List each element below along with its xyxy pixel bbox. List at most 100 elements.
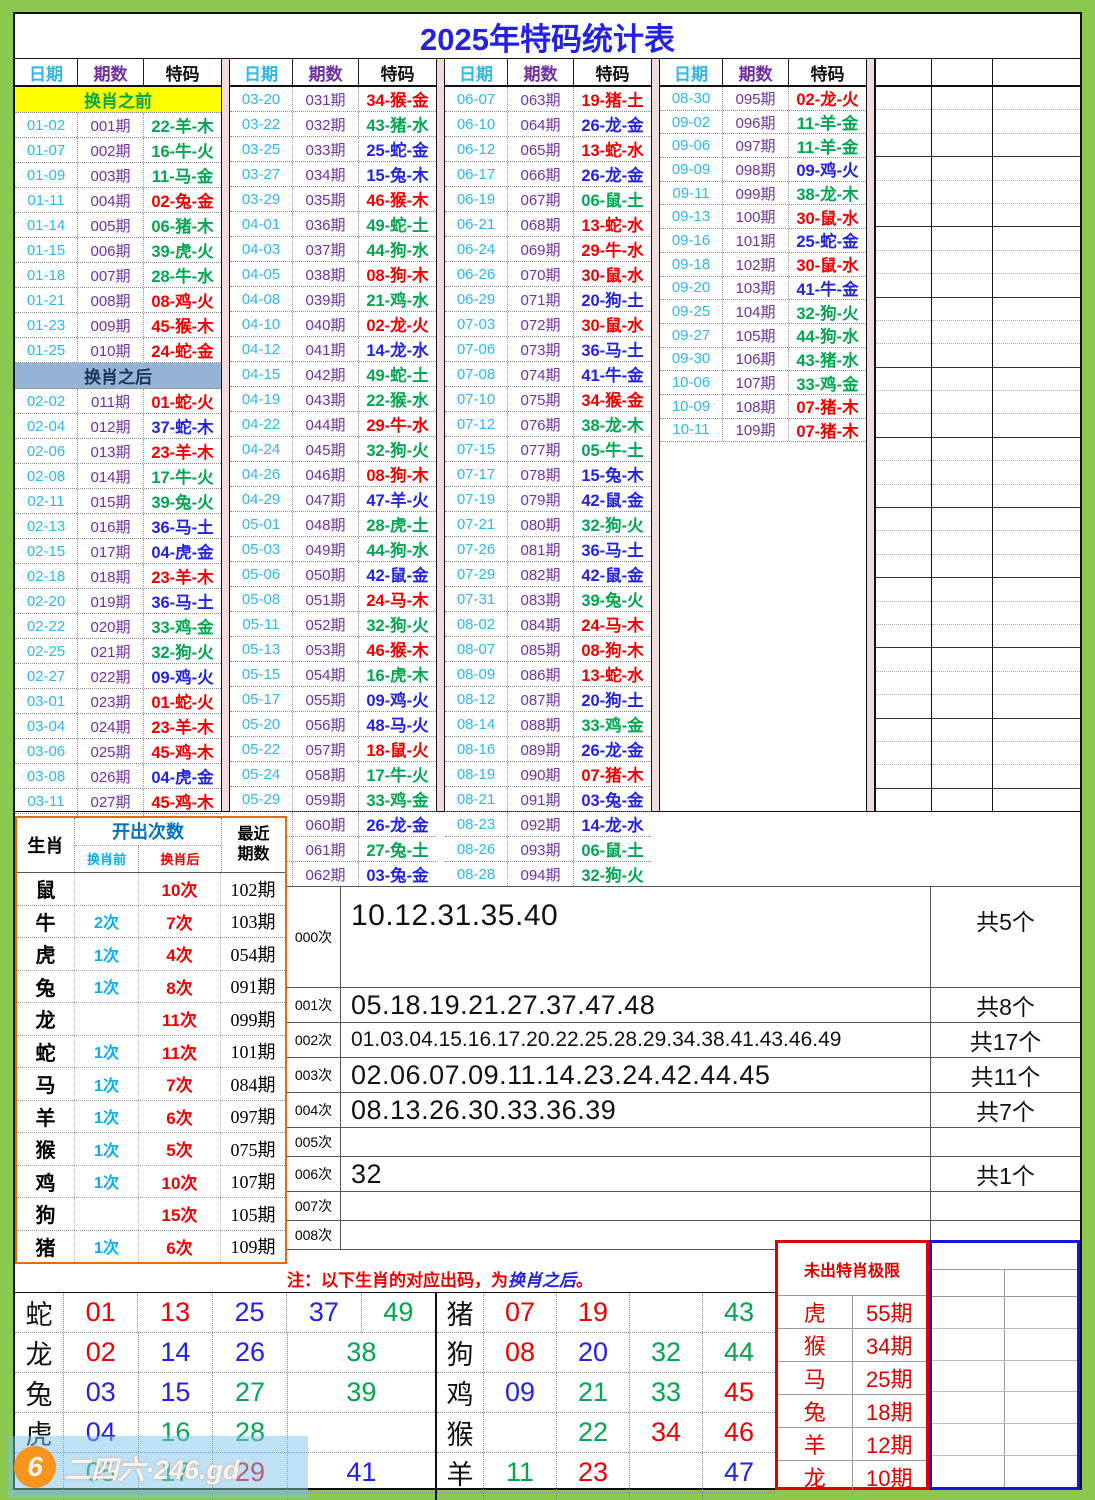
frequency-count: 共8个 — [930, 988, 1080, 1022]
draw-period: 106期 — [722, 348, 788, 371]
spare-cell — [993, 274, 1080, 297]
limits-periods: 34期 — [853, 1329, 927, 1361]
note-suffix: 。 — [576, 1271, 593, 1290]
draw-date: 05-15 — [230, 662, 292, 686]
column-header: 日期 — [15, 59, 77, 85]
draw-date: 07-03 — [445, 312, 507, 336]
group-header: 日期期数特码 — [15, 59, 221, 87]
draw-row: 07-08074期41-牛-金 — [445, 362, 651, 387]
mapping-number: 38 — [287, 1333, 435, 1372]
limits-periods: 55期 — [853, 1296, 927, 1328]
spare-cell — [932, 555, 992, 578]
draw-code: 07-猪-木 — [573, 762, 651, 786]
header-before-change: 换肖前 — [75, 846, 139, 873]
draw-code: 18-鼠-火 — [358, 737, 436, 761]
draw-row: 04-12041期14-龙-水 — [230, 337, 436, 362]
spare-cell — [932, 321, 992, 344]
draw-date: 09-18 — [660, 253, 722, 276]
column-header: 特码 — [788, 59, 866, 85]
draw-date: 07-26 — [445, 537, 507, 561]
limits-zodiac: 猴 — [778, 1329, 853, 1361]
draw-code: 02-龙-火 — [358, 312, 436, 336]
spare-cell — [876, 251, 931, 274]
draw-row: 02-15017期04-虎-金 — [15, 539, 221, 564]
spare-cell — [993, 110, 1080, 133]
spare-box-row — [932, 1297, 1077, 1329]
draw-period: 035期 — [292, 187, 358, 211]
mapping-number: 11 — [483, 1453, 556, 1492]
draw-code: 32-狗-火 — [358, 437, 436, 461]
draw-period: 023期 — [77, 689, 143, 713]
mapping-right-table: 猪071943狗08203244鸡09213345猴223446羊112347马… — [435, 1293, 775, 1500]
stats-after-count: 7次 — [139, 906, 221, 938]
draw-code: 23-羊-木 — [143, 439, 221, 463]
zodiac-stats-row: 虎1次4次054期 — [17, 938, 285, 971]
draw-code: 13-蛇-水 — [573, 212, 651, 236]
spare-cell — [932, 508, 992, 531]
spare-cell — [876, 321, 931, 344]
draw-period: 050期 — [292, 562, 358, 586]
stats-after-count: 10次 — [139, 873, 221, 905]
draw-row: 09-02096期11-羊-金 — [660, 111, 866, 135]
draw-date: 04-26 — [230, 462, 292, 486]
stats-before-count — [75, 1198, 139, 1230]
draw-row: 07-12076期38-龙-木 — [445, 412, 651, 437]
stats-zodiac: 狗 — [17, 1198, 75, 1230]
draw-row: 06-10064期26-龙-金 — [445, 112, 651, 137]
draw-period: 074期 — [507, 362, 573, 386]
draw-date: 07-31 — [445, 587, 507, 611]
draw-code: 23-羊-木 — [143, 714, 221, 738]
limits-zodiac: 虎 — [778, 1296, 853, 1328]
stats-after-count: 11次 — [139, 1003, 221, 1035]
draw-period: 083期 — [507, 587, 573, 611]
draw-period: 012期 — [77, 414, 143, 438]
frequency-numbers: 01.03.04.15.16.17.20.22.25.28.29.34.38.4… — [341, 1023, 930, 1057]
mapping-number: 13 — [137, 1293, 211, 1332]
draw-period: 064期 — [507, 112, 573, 136]
draw-code: 34-猴-金 — [573, 387, 651, 411]
draw-code: 06-猪-木 — [143, 213, 221, 237]
spare-cell — [876, 625, 931, 648]
draw-code: 26-龙-金 — [573, 737, 651, 761]
zodiac-stats-row: 狗15次105期 — [17, 1198, 285, 1231]
spare-cell — [876, 742, 931, 765]
draw-code: 33-鸡-金 — [143, 614, 221, 638]
draw-date: 02-02 — [15, 389, 77, 413]
mapping-row: 猪071943 — [437, 1293, 775, 1333]
draw-row: 05-13053期46-猴-木 — [230, 637, 436, 662]
draw-group: 日期期数特码06-07063期19-猪-土06-10064期26-龙-金06-1… — [445, 59, 651, 811]
zodiac-stats-row: 马1次7次084期 — [17, 1068, 285, 1101]
draw-date: 04-03 — [230, 237, 292, 261]
header-times-sub: 换肖前 换肖后 — [75, 846, 221, 873]
mapping-number: 25 — [212, 1293, 286, 1332]
mapping-zodiac: 狗 — [437, 1333, 483, 1372]
spare-box-cell — [932, 1297, 1004, 1328]
draw-code: 37-蛇-木 — [143, 414, 221, 438]
spare-cell — [993, 181, 1080, 204]
stats-after-count: 4次 — [139, 938, 221, 970]
spare-cell — [932, 181, 992, 204]
spare-cell — [876, 508, 931, 531]
draw-code: 02-龙-火 — [788, 87, 866, 110]
draw-date: 05-29 — [230, 787, 292, 811]
draw-row: 05-22057期18-鼠-火 — [230, 737, 436, 762]
draw-row: 04-24045期32-狗-火 — [230, 437, 436, 462]
draw-period: 102期 — [722, 253, 788, 276]
stats-recent-period: 075期 — [221, 1133, 285, 1165]
spare-cell — [876, 672, 931, 695]
draw-date: 09-27 — [660, 324, 722, 347]
spare-box-cell — [932, 1329, 1004, 1360]
draw-code: 39-兔-火 — [143, 489, 221, 513]
note-prefix: 注：以下生肖的对应出码，为 — [287, 1271, 508, 1290]
draw-date: 03-20 — [230, 87, 292, 111]
stats-recent-period: 054期 — [221, 938, 285, 970]
draw-code: 33-鸡-金 — [358, 787, 436, 811]
draw-code: 24-马-木 — [358, 587, 436, 611]
draw-period: 075期 — [507, 387, 573, 411]
spare-box-row — [932, 1456, 1077, 1487]
draw-date: 04-01 — [230, 212, 292, 236]
frequency-row: 003次02.06.07.09.11.14.23.24.42.44.45共11个 — [287, 1058, 1080, 1093]
group-header: 日期期数特码 — [445, 59, 651, 87]
draw-row: 01-14005期06-猪-木 — [15, 213, 221, 238]
spare-cell — [993, 508, 1080, 531]
